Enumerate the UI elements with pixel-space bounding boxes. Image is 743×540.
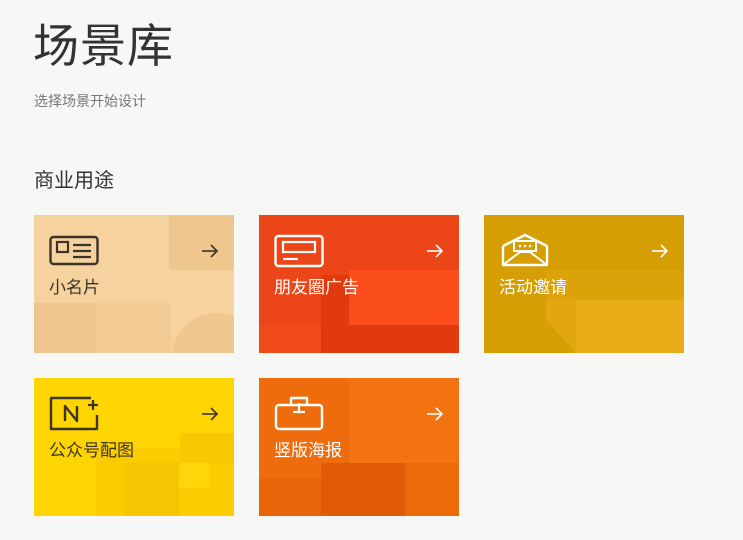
card-decoration xyxy=(34,303,96,353)
arrow-right-icon xyxy=(202,244,219,258)
moments-ad-icon xyxy=(274,234,324,268)
card-decoration xyxy=(574,300,684,353)
card-decoration xyxy=(124,463,179,516)
page-title: 场景库 xyxy=(33,19,174,73)
scene-card-business-card[interactable]: 小名片 xyxy=(34,215,234,353)
page-subtitle: 选择场景开始设计 xyxy=(34,94,146,110)
card-decoration xyxy=(179,463,209,488)
scene-card-event-invitation[interactable]: 活动邀请 xyxy=(484,215,684,353)
card-label: 朋友圈广告 xyxy=(274,278,359,298)
poster-bag-icon xyxy=(274,396,324,431)
card-decoration xyxy=(546,300,576,353)
invitation-envelope-icon xyxy=(501,233,549,267)
card-decoration xyxy=(405,463,459,516)
business-card-icon xyxy=(49,235,99,266)
card-label: 活动邀请 xyxy=(499,278,567,298)
card-label: 小名片 xyxy=(49,278,100,298)
arrow-right-icon xyxy=(427,407,444,421)
card-label: 公众号配图 xyxy=(49,441,134,461)
scene-card-moments-ad[interactable]: 朋友圈广告 xyxy=(259,215,459,353)
card-label: 竖版海报 xyxy=(274,441,342,461)
card-decoration xyxy=(172,313,234,353)
arrow-right-icon xyxy=(652,244,669,258)
scene-card-vertical-poster[interactable]: 竖版海报 xyxy=(259,378,459,516)
scene-library-page: 场景库 选择场景开始设计 商业用途 小名片 朋友圈广告 活动邀请 公众号配图 竖… xyxy=(0,0,743,540)
card-decoration xyxy=(259,478,321,516)
card-decoration xyxy=(321,463,405,516)
section-title-commercial: 商业用途 xyxy=(34,168,114,192)
card-decoration xyxy=(259,325,321,353)
arrow-right-icon xyxy=(427,244,444,258)
card-decoration xyxy=(349,270,459,325)
official-account-image-icon xyxy=(49,396,99,431)
card-decoration xyxy=(180,433,234,463)
arrow-right-icon xyxy=(202,407,219,421)
card-decoration xyxy=(96,303,171,353)
scene-card-official-account-image[interactable]: 公众号配图 xyxy=(34,378,234,516)
